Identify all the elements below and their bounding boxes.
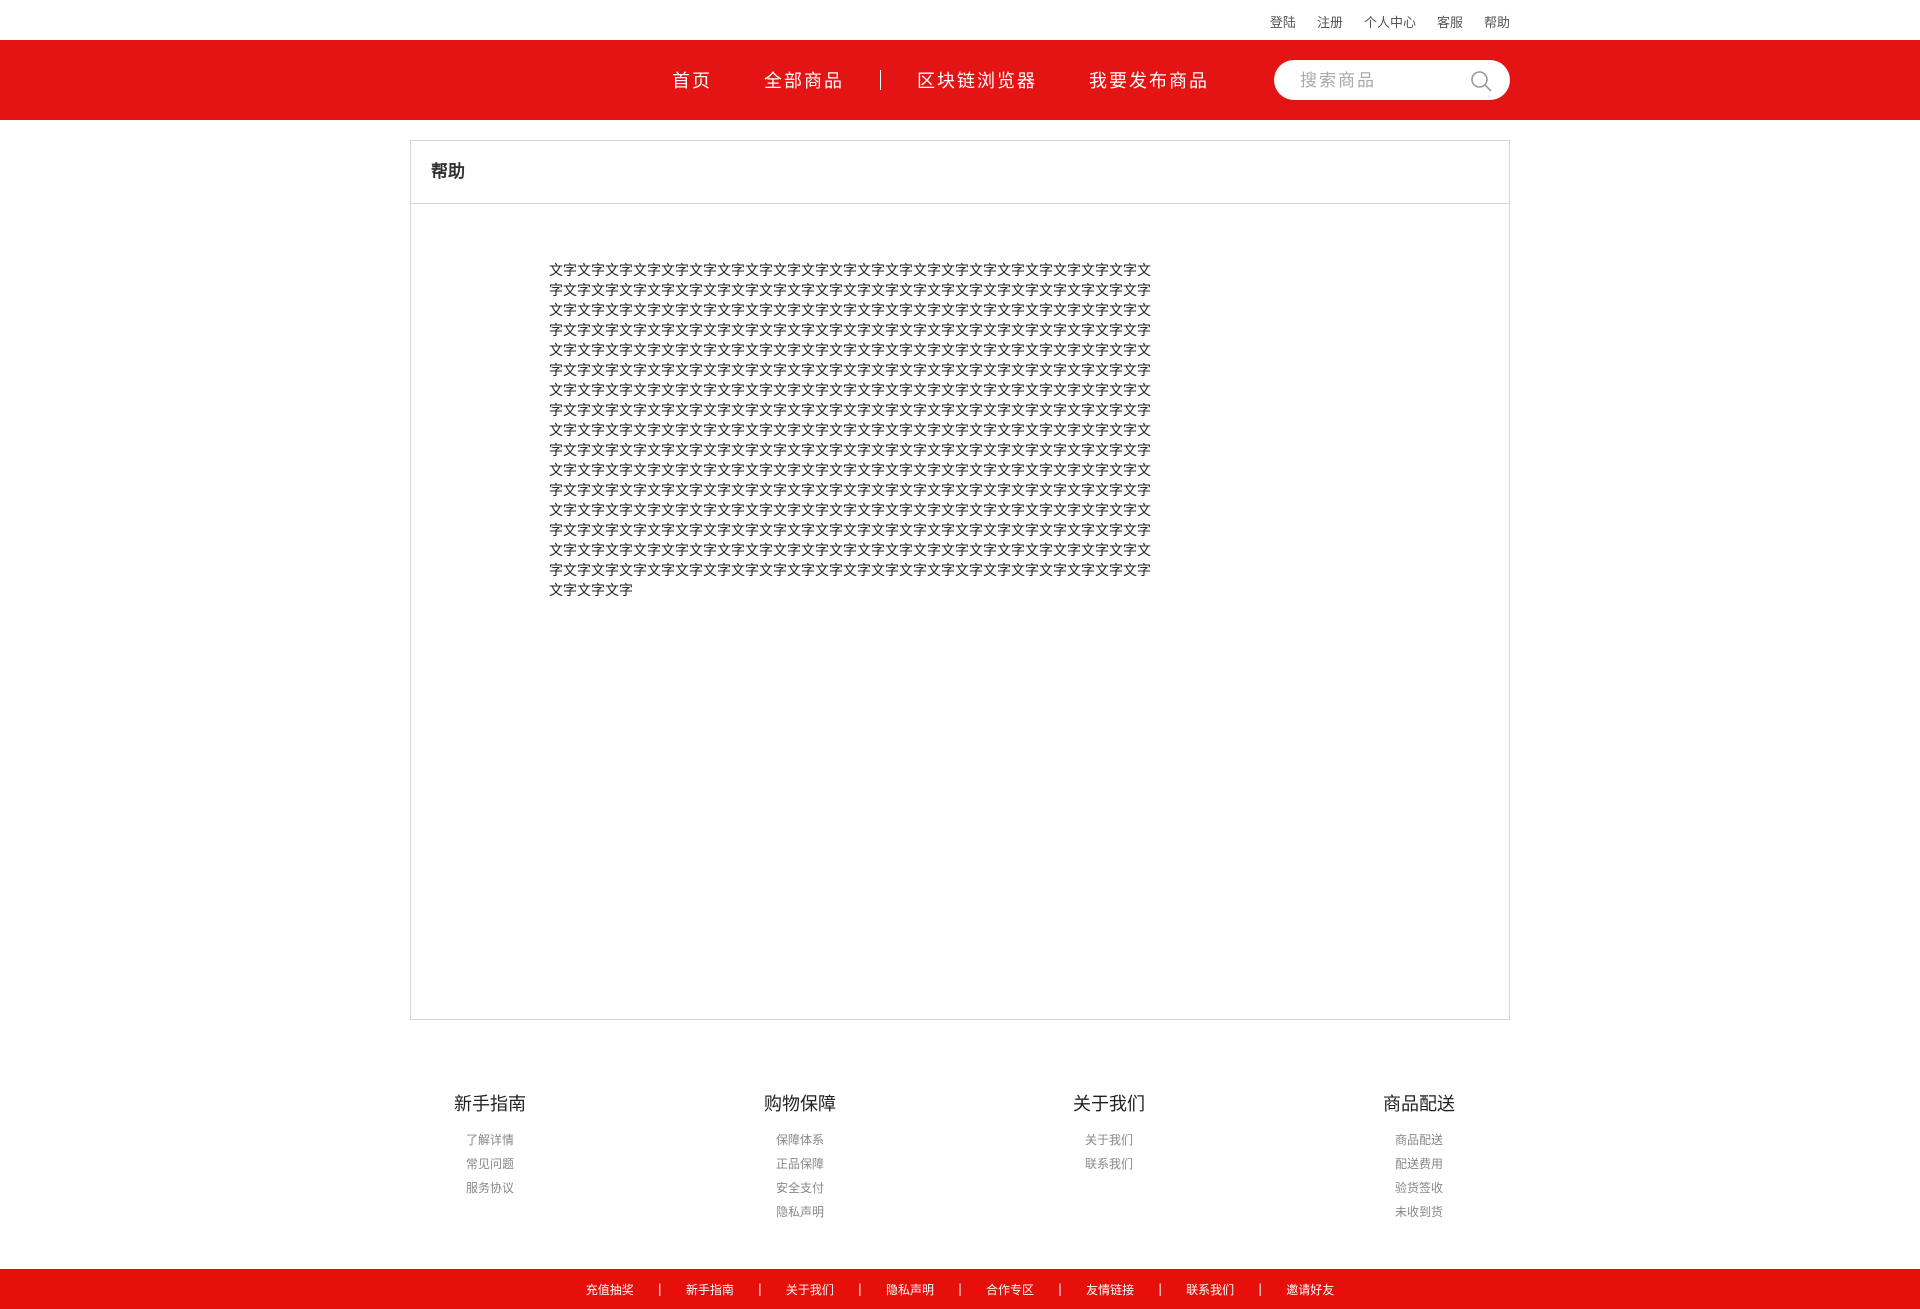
register-link[interactable]: 注册 bbox=[1317, 12, 1343, 31]
main-nav: 首页 全部商品 区块链浏览器 我要发布商品 bbox=[672, 40, 1209, 120]
user-center-link[interactable]: 个人中心 bbox=[1364, 12, 1416, 31]
help-content-text: 文字文字文字文字文字文字文字文字文字文字文字文字文字文字文字文字文字文字文字文字… bbox=[549, 263, 1151, 599]
search-box bbox=[1274, 60, 1510, 102]
footer-column-guarantee: 购物保障 保障体系 正品保障 安全支付 隐私声明 bbox=[720, 1090, 880, 1224]
bottom-link-privacy[interactable]: 隐私声明 bbox=[886, 1281, 934, 1298]
help-link[interactable]: 帮助 bbox=[1484, 12, 1510, 31]
bottom-link-divider: | bbox=[1158, 1282, 1163, 1296]
bottom-link-friend-links[interactable]: 友情链接 bbox=[1086, 1281, 1134, 1298]
footer-link[interactable]: 验货签收 bbox=[1339, 1176, 1499, 1200]
footer-link[interactable]: 保障体系 bbox=[720, 1128, 880, 1152]
search-input[interactable] bbox=[1298, 60, 1462, 102]
footer-link[interactable]: 了解详情 bbox=[410, 1128, 570, 1152]
bottom-link-divider: | bbox=[857, 1282, 862, 1296]
footer-link[interactable]: 联系我们 bbox=[1029, 1152, 1189, 1176]
footer-column-title: 商品配送 bbox=[1383, 1094, 1455, 1115]
nav-divider bbox=[880, 70, 881, 90]
footer-column-guide: 新手指南 了解详情 常见问题 服务协议 bbox=[410, 1090, 570, 1200]
footer-link[interactable]: 常见问题 bbox=[410, 1152, 570, 1176]
panel-title: 帮助 bbox=[411, 141, 1509, 204]
login-link[interactable]: 登陆 bbox=[1270, 12, 1296, 31]
search-icon[interactable] bbox=[1470, 70, 1492, 92]
bottom-links: 充值抽奖 | 新手指南 | 关于我们 | 隐私声明 | 合作专区 | 友情链接 … bbox=[0, 1269, 1920, 1309]
help-panel: 帮助 文字文字文字文字文字文字文字文字文字文字文字文字文字文字文字文字文字文字文… bbox=[410, 140, 1510, 1020]
footer-column-title: 购物保障 bbox=[764, 1094, 836, 1115]
top-links: 登陆 注册 个人中心 客服 帮助 bbox=[1249, 12, 1510, 31]
bottom-link-divider: | bbox=[757, 1282, 762, 1296]
footer-column-title: 关于我们 bbox=[1073, 1094, 1145, 1115]
bottom-link-contact[interactable]: 联系我们 bbox=[1186, 1281, 1234, 1298]
footer-link[interactable]: 商品配送 bbox=[1339, 1128, 1499, 1152]
footer-columns: 新手指南 了解详情 常见问题 服务协议 购物保障 保障体系 正品保障 安全支付 … bbox=[410, 1090, 1510, 1230]
main-header: 首页 全部商品 区块链浏览器 我要发布商品 bbox=[0, 40, 1920, 120]
nav-all-products[interactable]: 全部商品 bbox=[764, 67, 844, 93]
bottom-link-recharge-lottery[interactable]: 充值抽奖 bbox=[586, 1281, 634, 1298]
footer-link[interactable]: 安全支付 bbox=[720, 1176, 880, 1200]
bottom-link-about[interactable]: 关于我们 bbox=[786, 1281, 834, 1298]
footer-column-title: 新手指南 bbox=[454, 1094, 526, 1115]
footer-link[interactable]: 隐私声明 bbox=[720, 1200, 880, 1224]
footer-column-about: 关于我们 关于我们 联系我们 bbox=[1029, 1090, 1189, 1176]
top-utility-bar: 登陆 注册 个人中心 客服 帮助 bbox=[0, 0, 1920, 40]
nav-publish-product[interactable]: 我要发布商品 bbox=[1089, 67, 1209, 93]
nav-home[interactable]: 首页 bbox=[672, 67, 712, 93]
footer-column-delivery: 商品配送 商品配送 配送费用 验货签收 未收到货 bbox=[1339, 1090, 1499, 1224]
bottom-link-cooperation[interactable]: 合作专区 bbox=[986, 1281, 1034, 1298]
bottom-link-divider: | bbox=[1058, 1282, 1063, 1296]
bottom-link-bar: 充值抽奖 | 新手指南 | 关于我们 | 隐私声明 | 合作专区 | 友情链接 … bbox=[0, 1269, 1920, 1309]
bottom-link-guide[interactable]: 新手指南 bbox=[686, 1281, 734, 1298]
bottom-link-invite[interactable]: 邀请好友 bbox=[1286, 1281, 1334, 1298]
footer-link[interactable]: 配送费用 bbox=[1339, 1152, 1499, 1176]
footer-link[interactable]: 未收到货 bbox=[1339, 1200, 1499, 1224]
nav-blockchain-explorer[interactable]: 区块链浏览器 bbox=[917, 67, 1037, 93]
bottom-link-divider: | bbox=[957, 1282, 963, 1296]
bottom-link-divider: | bbox=[657, 1282, 662, 1296]
footer-link[interactable]: 关于我们 bbox=[1029, 1128, 1189, 1152]
bottom-link-divider: | bbox=[1258, 1282, 1263, 1296]
customer-service-link[interactable]: 客服 bbox=[1437, 12, 1463, 31]
footer-link[interactable]: 正品保障 bbox=[720, 1152, 880, 1176]
footer-link[interactable]: 服务协议 bbox=[410, 1176, 570, 1200]
